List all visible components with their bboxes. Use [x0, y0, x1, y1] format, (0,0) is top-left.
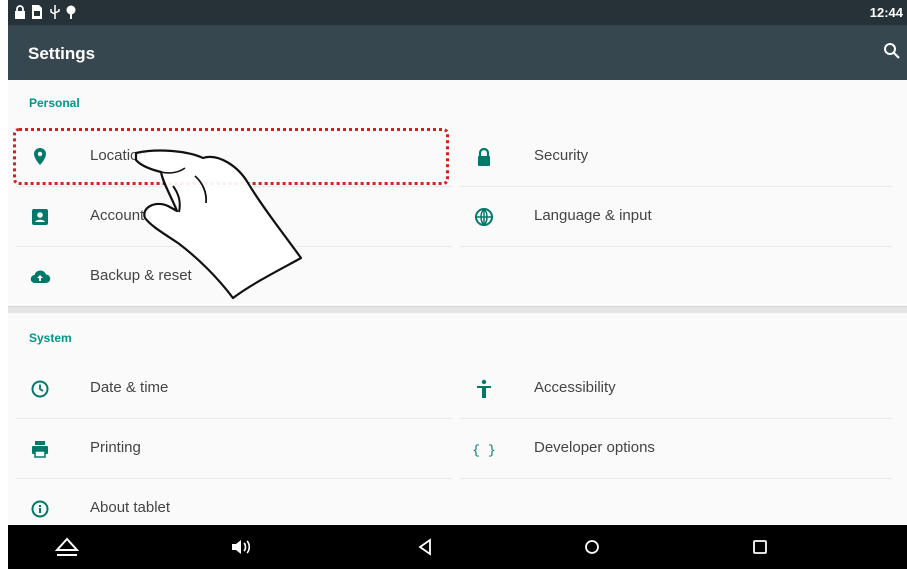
- app-bar: Settings: [8, 25, 907, 80]
- volume-icon[interactable]: [230, 536, 254, 563]
- home-icon[interactable]: [582, 536, 602, 563]
- globe-icon: [473, 206, 495, 228]
- account-box-icon: [29, 206, 51, 228]
- usb-icon: [49, 5, 61, 24]
- section-header-personal: Personal: [29, 96, 80, 110]
- recents-icon[interactable]: [750, 536, 770, 563]
- accessibility-icon: [473, 378, 495, 400]
- section-header-system: System: [29, 331, 72, 345]
- svg-text:{ }: { }: [473, 443, 495, 458]
- clock-icon: [29, 378, 51, 400]
- eject-up-icon[interactable]: [54, 536, 80, 563]
- clock: 12:44: [869, 5, 903, 20]
- settings-item-security[interactable]: Security: [460, 127, 892, 187]
- settings-item-label: Date & time: [90, 379, 169, 396]
- download-icon: [66, 5, 76, 24]
- android-tablet-screen: 12:44 Settings Personal Location Securit…: [8, 0, 907, 569]
- info-icon: [29, 498, 51, 520]
- settings-item-label: Accessibility: [534, 379, 616, 396]
- sim-card-icon: [32, 5, 42, 24]
- settings-item-date-time[interactable]: Date & time: [16, 359, 452, 419]
- lock-icon: [14, 5, 26, 24]
- divider: [460, 478, 892, 479]
- page-title: Settings: [28, 44, 96, 63]
- settings-item-label: Printing: [90, 439, 141, 456]
- lock-icon: [473, 146, 495, 168]
- printer-icon: [29, 438, 51, 460]
- cloud-upload-icon: [29, 266, 51, 288]
- settings-item-label: About tablet: [90, 499, 171, 516]
- hand-pointer-icon: [133, 148, 313, 313]
- divider: [460, 246, 892, 247]
- settings-item-label: Developer options: [534, 439, 655, 456]
- system-section: System Date & time Accessibility Printin…: [8, 313, 907, 525]
- back-icon[interactable]: [416, 536, 434, 563]
- settings-item-label: Language & input: [534, 207, 652, 224]
- status-bar: 12:44: [8, 0, 907, 25]
- search-icon[interactable]: [883, 42, 901, 65]
- settings-item-label: Security: [534, 147, 589, 164]
- settings-item-language-input[interactable]: Language & input: [460, 187, 892, 247]
- settings-item-printing[interactable]: Printing: [16, 419, 452, 479]
- navigation-bar: [8, 525, 907, 569]
- braces-icon: { }: [472, 438, 495, 460]
- settings-item-accessibility[interactable]: Accessibility: [460, 359, 892, 419]
- settings-item-developer-options[interactable]: { } Developer options: [460, 419, 892, 479]
